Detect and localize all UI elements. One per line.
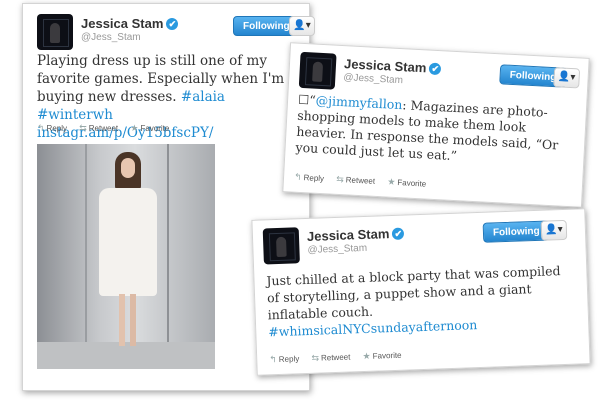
favorite-icon: ★: [130, 123, 138, 133]
user-handle[interactable]: @Jess_Stam: [307, 243, 367, 256]
favorite-button[interactable]: ★Favorite: [362, 351, 401, 361]
hashtag-link[interactable]: #alaia: [181, 89, 225, 105]
tweet-header: Jessica Stam✔ @Jess_Stam Following 👤▾: [263, 218, 576, 263]
user-name[interactable]: Jessica Stam✔: [81, 16, 178, 31]
tweet-text: Just chilled at a block party that was c…: [266, 262, 578, 341]
retweet-button[interactable]: ⇆Retweet: [336, 175, 375, 186]
reply-button[interactable]: ↰Reply: [37, 124, 67, 133]
user-actions-menu[interactable]: 👤▾: [541, 220, 568, 241]
hashtag-link[interactable]: #winterwh: [37, 107, 113, 123]
avatar[interactable]: [263, 227, 300, 264]
favorite-button[interactable]: ★Favorite: [130, 124, 169, 133]
verified-icon: ✔: [392, 228, 404, 240]
retweet-icon: ⇆: [79, 123, 87, 133]
tweet-text: ☐“@jimmyfallon: Magazines are photo-shop…: [295, 92, 580, 171]
retweet-button[interactable]: ⇆Retweet: [79, 124, 118, 133]
user-handle[interactable]: @Jess_Stam: [81, 32, 141, 43]
tweet-header: Jessica Stam✔ @Jess_Stam Following 👤▾: [37, 14, 299, 48]
avatar[interactable]: [37, 14, 73, 50]
verified-icon: ✔: [166, 18, 178, 30]
tweet-actions: ↰Reply ⇆Retweet ★Favorite: [294, 172, 437, 190]
favorite-icon: ★: [362, 351, 370, 361]
retweet-icon: ⇆: [336, 174, 344, 184]
tweet-photo[interactable]: [37, 144, 215, 369]
verified-icon: ✔: [429, 63, 442, 76]
favorite-icon: ★: [387, 177, 396, 187]
user-handle[interactable]: @Jess_Stam: [343, 72, 403, 86]
reply-icon: ↰: [294, 172, 302, 182]
tweet-card-3: Jessica Stam✔ @Jess_Stam Following 👤▾ Ju…: [251, 208, 590, 376]
reply-icon: ↰: [269, 354, 277, 364]
tweet-actions: ↰Reply ⇆Retweet ★Favorite: [269, 349, 412, 365]
reply-button[interactable]: ↰Reply: [294, 173, 324, 184]
tweet-card-2: Jessica Stam✔ @Jess_Stam Following 👤▾ ☐“…: [282, 42, 589, 207]
user-name[interactable]: Jessica Stam✔: [307, 226, 405, 244]
reply-icon: ↰: [37, 123, 45, 133]
retweet-icon: ⇆: [311, 353, 319, 363]
reply-button[interactable]: ↰Reply: [269, 354, 299, 364]
tweet-actions: ↰Reply ⇆Retweet ★Favorite: [37, 123, 179, 134]
avatar[interactable]: [299, 52, 337, 90]
user-actions-menu[interactable]: 👤▾: [289, 16, 315, 36]
user-actions-menu[interactable]: 👤▾: [553, 67, 580, 88]
favorite-button[interactable]: ★Favorite: [387, 178, 426, 189]
retweet-button[interactable]: ⇆Retweet: [311, 353, 350, 363]
